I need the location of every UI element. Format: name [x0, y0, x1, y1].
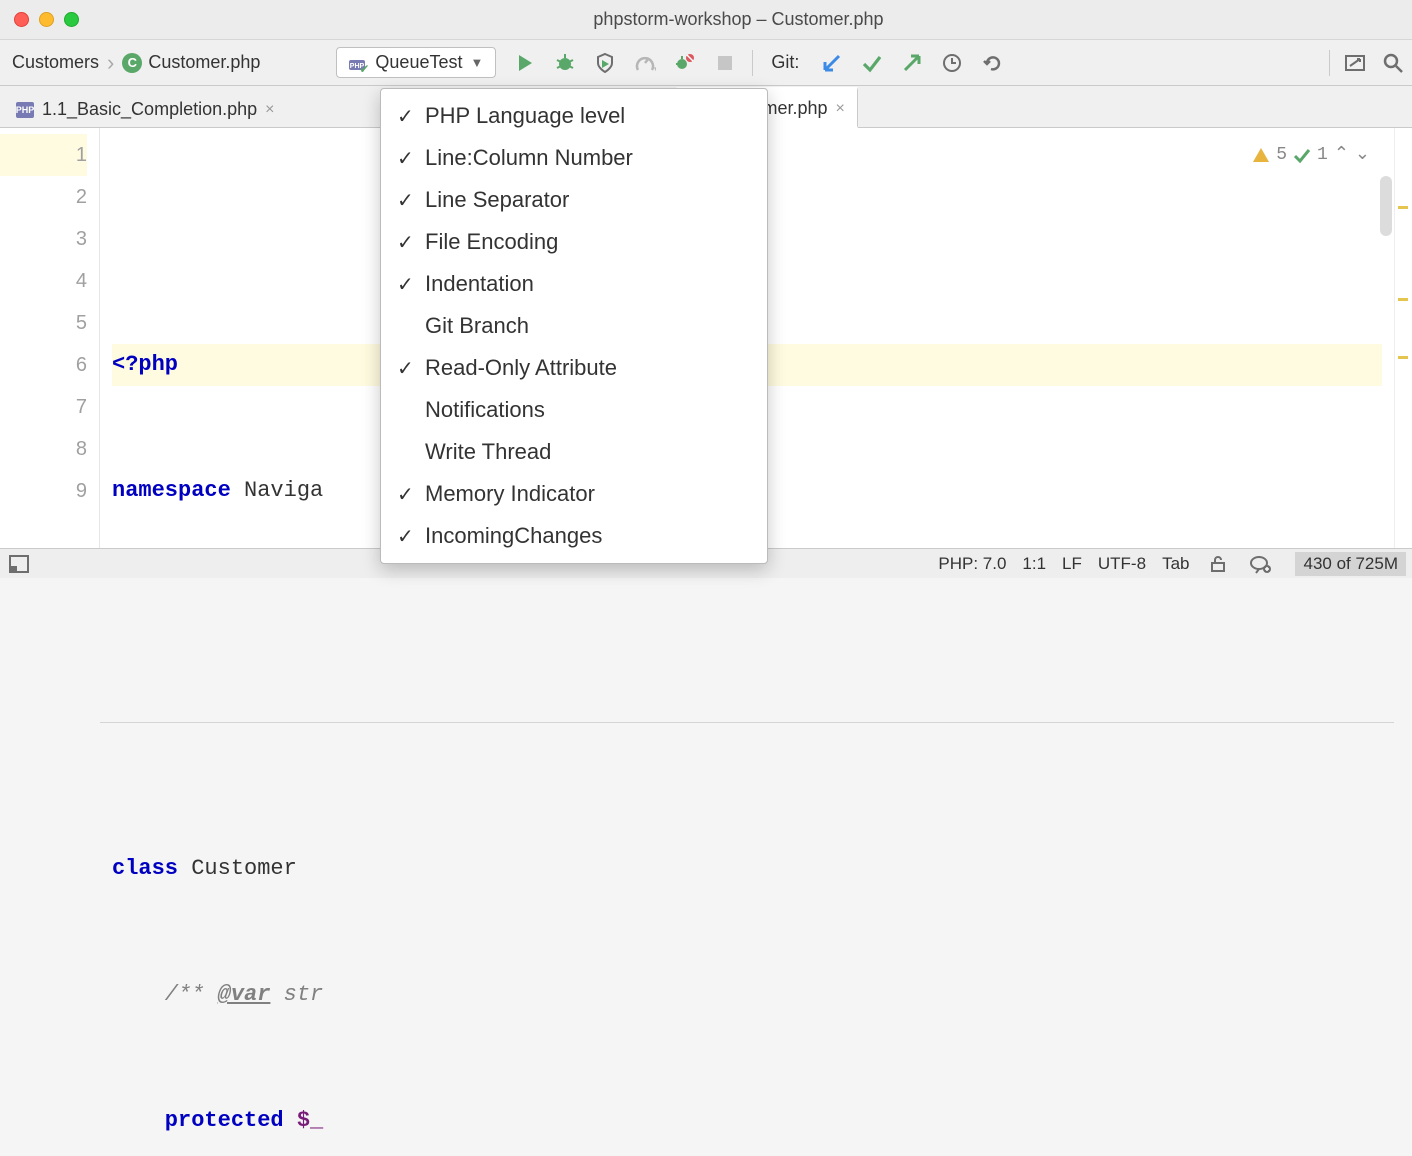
popup-item[interactable]: ✓File Encoding	[381, 221, 767, 263]
check-icon: ✓	[397, 188, 425, 213]
chevron-down-icon[interactable]: ⌄	[1355, 134, 1370, 176]
debug-icon[interactable]	[552, 50, 578, 76]
run-config-label: QueueTest	[375, 52, 462, 73]
breadcrumb-item[interactable]: Customers	[6, 48, 105, 77]
popup-item[interactable]: ✓Line Separator	[381, 179, 767, 221]
marker-strip[interactable]	[1394, 128, 1412, 548]
check-icon: ✓	[397, 146, 425, 171]
popup-item[interactable]: ✓IncomingChanges	[381, 515, 767, 557]
inspections-widget[interactable]: 5 1 ⌃ ⌄	[1252, 134, 1370, 176]
line-number[interactable]: 6	[0, 344, 87, 386]
popup-item-label: File Encoding	[425, 229, 558, 255]
run-config-selector[interactable]: PHP QueueTest ▼	[336, 47, 496, 78]
check-icon: ✓	[397, 272, 425, 297]
warning-marker[interactable]	[1398, 298, 1408, 301]
toolbar: Customers › C Customer.php PHP QueueTest…	[0, 40, 1412, 86]
titlebar: phpstorm-workshop – Customer.php	[0, 0, 1412, 40]
ok-icon	[1293, 146, 1311, 164]
git-label: Git:	[771, 52, 799, 73]
popup-item-label: Git Branch	[425, 313, 529, 339]
scrollbar-thumb[interactable]	[1380, 176, 1392, 236]
popup-item-label: Read-Only Attribute	[425, 355, 617, 381]
line-number[interactable]: 1	[0, 134, 87, 176]
php-file-icon: PHP	[16, 102, 34, 118]
close-icon[interactable]: ×	[265, 101, 274, 119]
line-number[interactable]: 9	[0, 470, 87, 512]
chevron-right-icon: ›	[107, 50, 114, 76]
popup-item[interactable]: Write Thread	[381, 431, 767, 473]
class-icon: C	[122, 53, 142, 73]
window-title: phpstorm-workshop – Customer.php	[79, 9, 1398, 30]
svg-text:PHP: PHP	[350, 63, 365, 70]
line-number[interactable]: 5	[0, 302, 87, 344]
popup-item-label: Line:Column Number	[425, 145, 633, 171]
check-icon: ✓	[397, 524, 425, 549]
popup-item-label: Notifications	[425, 397, 545, 423]
toolwindow-toggle-icon[interactable]	[6, 551, 32, 577]
warning-count: 5	[1276, 134, 1287, 176]
history-icon[interactable]	[939, 50, 965, 76]
check-icon: ✓	[397, 482, 425, 507]
warning-marker[interactable]	[1398, 356, 1408, 359]
maximize-icon[interactable]	[64, 12, 79, 27]
divider	[1329, 50, 1330, 76]
breadcrumb-item[interactable]: C Customer.php	[116, 48, 266, 77]
listen-debug-icon[interactable]	[672, 50, 698, 76]
breadcrumb-label: Customer.php	[148, 52, 260, 73]
minimize-icon[interactable]	[39, 12, 54, 27]
toolwindow-select-icon[interactable]	[1342, 50, 1368, 76]
stop-icon[interactable]	[712, 50, 738, 76]
breadcrumb: Customers › C Customer.php	[6, 48, 266, 77]
run-actions: ▾ Git:	[512, 50, 1005, 76]
right-tools	[1329, 50, 1406, 76]
popup-item[interactable]: ✓Indentation	[381, 263, 767, 305]
revert-icon[interactable]	[979, 50, 1005, 76]
check-icon: ✓	[397, 104, 425, 129]
window-controls	[14, 12, 79, 27]
profile-icon[interactable]: ▾	[632, 50, 658, 76]
tab-label: 1.1_Basic_Completion.php	[42, 99, 257, 120]
popup-item[interactable]: ✓Read-Only Attribute	[381, 347, 767, 389]
statusbar-context-menu: ✓PHP Language level✓Line:Column Number✓L…	[380, 88, 768, 564]
line-number[interactable]: 7	[0, 386, 87, 428]
popup-item[interactable]: ✓Line:Column Number	[381, 137, 767, 179]
popup-item-label: Indentation	[425, 271, 534, 297]
popup-item-label: Write Thread	[425, 439, 551, 465]
close-icon[interactable]	[14, 12, 29, 27]
vcs-commit-icon[interactable]	[859, 50, 885, 76]
line-number[interactable]: 4	[0, 260, 87, 302]
popup-item[interactable]: Git Branch	[381, 305, 767, 347]
line-number[interactable]: 8	[0, 428, 87, 470]
php-test-icon: PHP	[349, 54, 367, 72]
check-icon: ✓	[397, 356, 425, 381]
popup-item[interactable]: ✓Memory Indicator	[381, 473, 767, 515]
chevron-down-icon: ▼	[470, 55, 483, 70]
vcs-push-icon[interactable]	[899, 50, 925, 76]
ok-count: 1	[1317, 134, 1328, 176]
popup-item-label: PHP Language level	[425, 103, 625, 129]
warning-icon	[1252, 146, 1270, 164]
gutter: 1 2 3 4 5 6 7 8 9	[0, 128, 100, 548]
tab-basic-completion[interactable]: PHP 1.1_Basic_Completion.php ×	[4, 90, 286, 127]
run-icon[interactable]	[512, 50, 538, 76]
popup-item[interactable]: ✓PHP Language level	[381, 95, 767, 137]
vcs-update-icon[interactable]	[819, 50, 845, 76]
line-number[interactable]: 2	[0, 176, 87, 218]
close-icon[interactable]: ×	[836, 100, 845, 118]
search-icon[interactable]	[1380, 50, 1406, 76]
svg-text:▾: ▾	[654, 64, 656, 74]
breadcrumb-label: Customers	[12, 52, 99, 73]
warning-marker[interactable]	[1398, 206, 1408, 209]
popup-item-label: Memory Indicator	[425, 481, 595, 507]
divider	[752, 50, 753, 76]
popup-item[interactable]: Notifications	[381, 389, 767, 431]
check-icon: ✓	[397, 230, 425, 255]
popup-item-label: Line Separator	[425, 187, 569, 213]
line-number[interactable]: 3	[0, 218, 87, 260]
chevron-up-icon[interactable]: ⌃	[1334, 134, 1349, 176]
popup-item-label: IncomingChanges	[425, 523, 602, 549]
run-coverage-icon[interactable]	[592, 50, 618, 76]
